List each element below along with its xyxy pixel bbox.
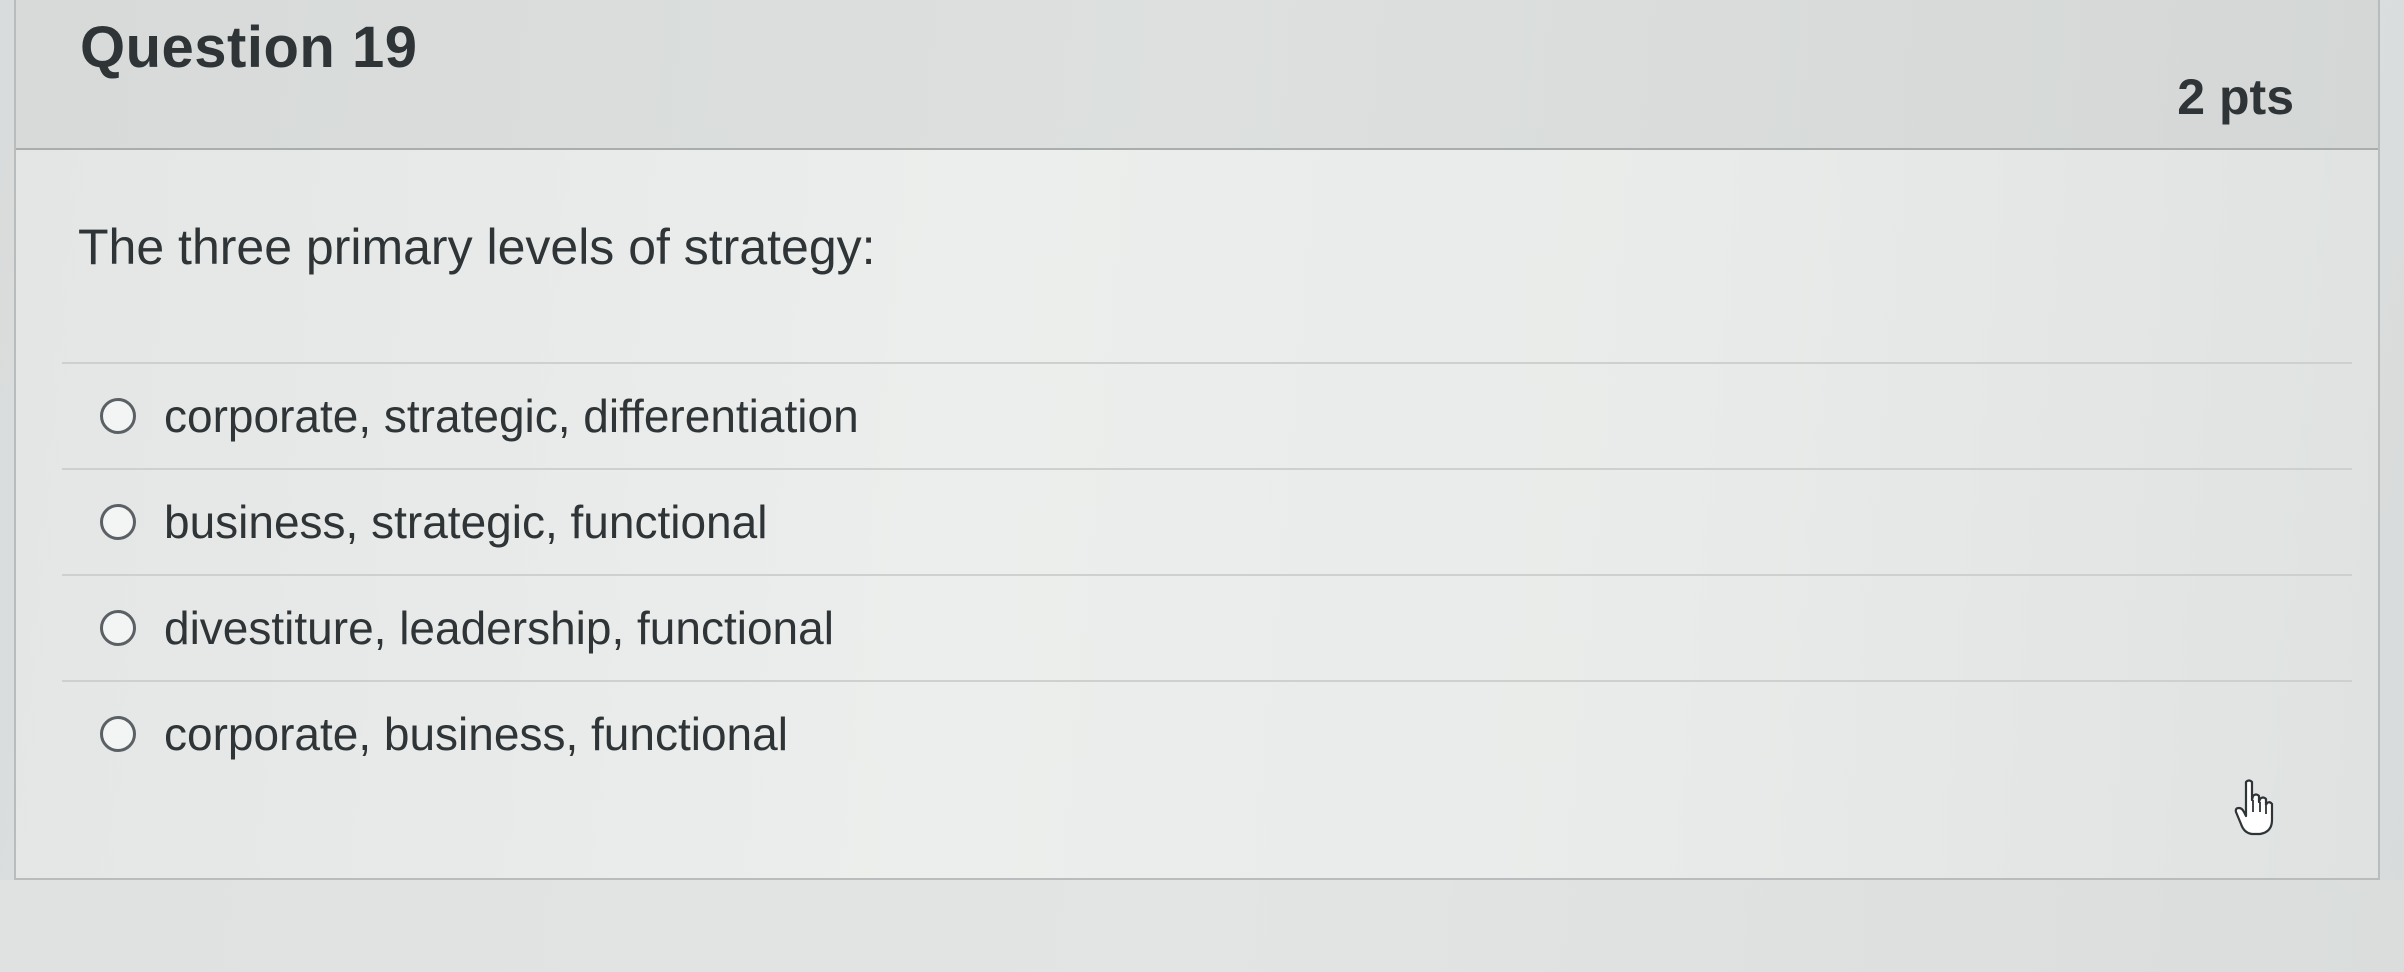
question-text: The three primary levels of strategy: [78,219,876,275]
quiz-page: Question 19 2 pts The three primary leve… [0,0,2404,972]
question-card: Question 19 2 pts The three primary leve… [14,0,2380,880]
answer-option-4[interactable]: corporate, business, functional [62,680,2352,786]
answer-label[interactable]: corporate, business, functional [164,707,788,761]
answer-label[interactable]: business, strategic, functional [164,495,767,549]
hand-pointer-icon [2234,779,2274,836]
answer-option-1[interactable]: corporate, strategic, differentiation [62,362,2352,468]
answer-option-2[interactable]: business, strategic, functional [62,468,2352,574]
radio-button[interactable] [100,716,136,752]
radio-button[interactable] [100,610,136,646]
answer-label[interactable]: divestiture, leadership, functional [164,601,834,655]
radio-button[interactable] [100,398,136,434]
answer-option-3[interactable]: divestiture, leadership, functional [62,574,2352,680]
question-title: Question 19 [80,15,418,80]
answer-list: corporate, strategic, differentiation bu… [62,362,2352,786]
radio-button[interactable] [100,504,136,540]
page-footer-area [0,880,2404,972]
answer-label[interactable]: corporate, strategic, differentiation [164,389,859,443]
question-header: Question 19 2 pts [16,0,2378,150]
question-points: 2 pts [2177,69,2294,125]
